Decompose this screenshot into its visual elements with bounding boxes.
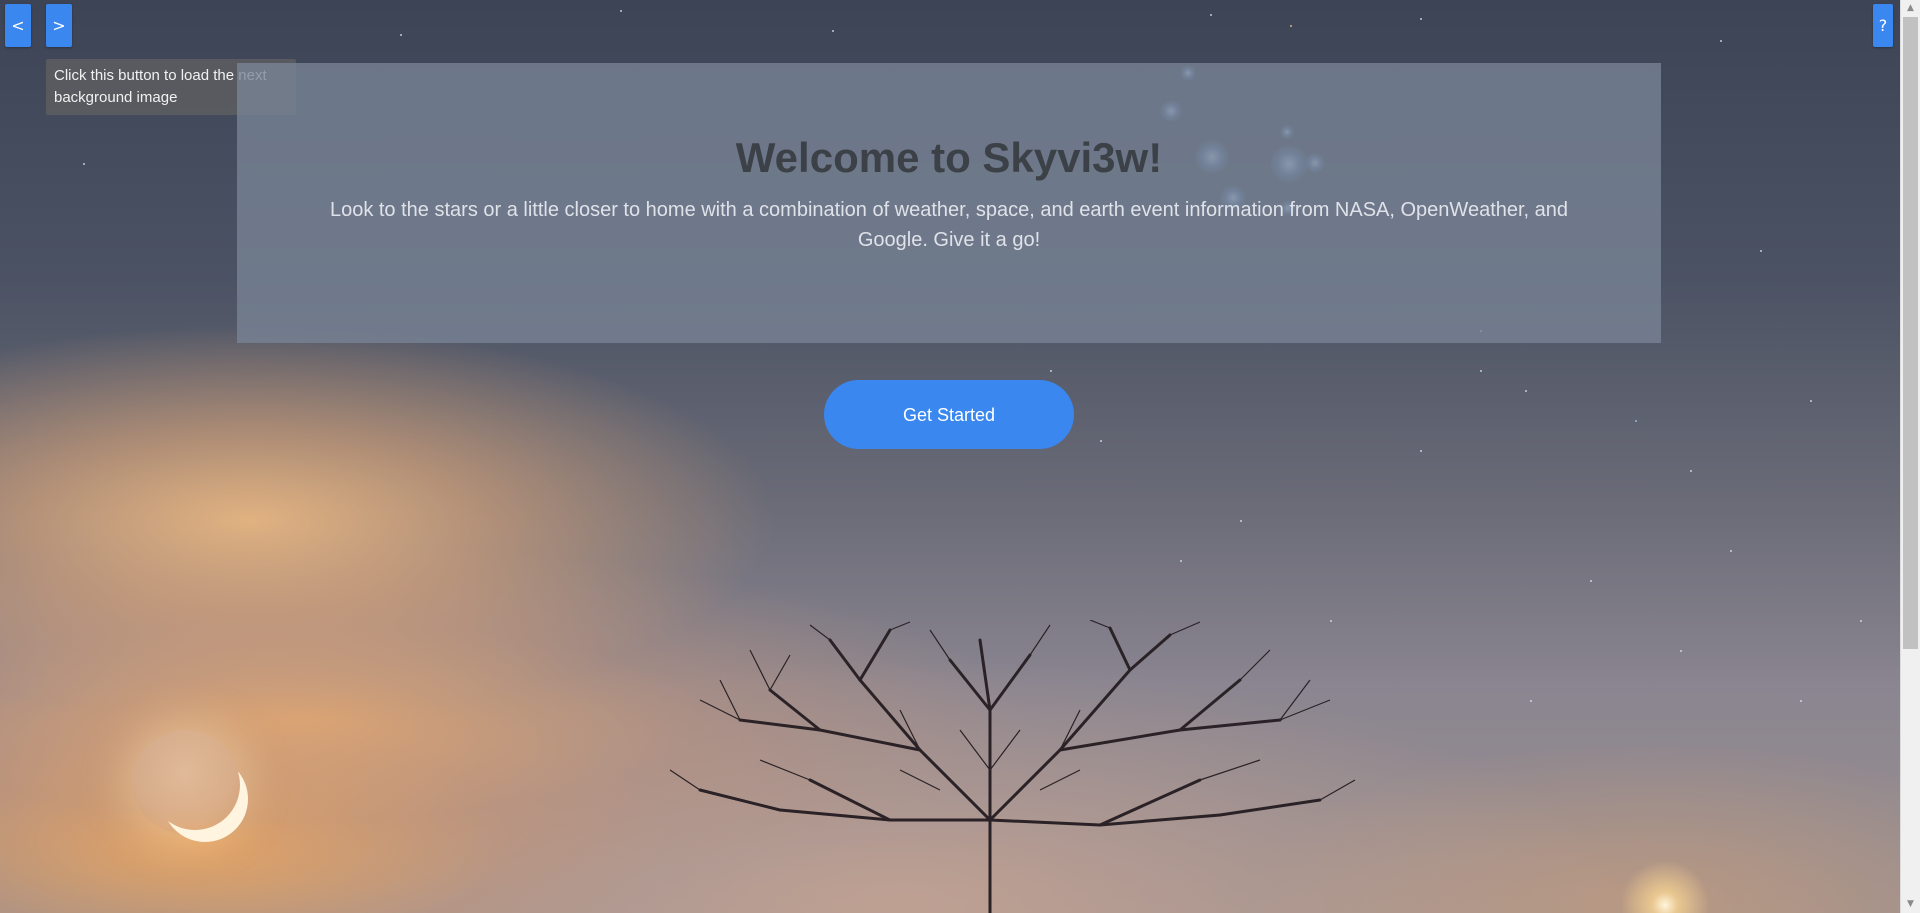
star [1530,700,1532,702]
chevron-right-icon: > [52,16,66,35]
star [1690,470,1692,472]
moon-crescent [150,740,240,830]
triangle-down-icon[interactable]: ▼ [1901,896,1920,913]
tree-silhouette [669,620,1356,913]
hero-description: Look to the stars or a little closer to … [329,199,1569,251]
star [1730,550,1732,552]
star [1240,520,1242,522]
star [1590,580,1592,582]
planet-glow [1620,860,1710,913]
star [400,34,402,36]
chevron-left-icon: < [11,16,25,35]
star [1810,400,1812,402]
star [1210,14,1212,16]
star [83,163,85,165]
star [1420,18,1422,20]
page-title: Welcome to Skyvi3w! [735,134,1163,181]
vertical-scrollbar[interactable]: ▲ ▼ [1900,0,1920,913]
previous-background-button[interactable]: < [5,4,31,47]
triangle-up-icon[interactable]: ▲ [1901,0,1920,17]
star [1720,40,1722,42]
star [1100,440,1102,442]
landing-page: < > ? Click this button to load the next… [0,0,1920,913]
get-started-button[interactable]: Get Started [824,380,1074,449]
question-icon: ? [1878,16,1888,35]
star [620,10,622,12]
star [1525,390,1527,392]
hero-panel: Welcome to Skyvi3w! Look to the stars or… [237,63,1661,343]
help-button[interactable]: ? [1873,4,1893,47]
scrollbar-thumb[interactable] [1903,17,1918,649]
star [1290,25,1292,27]
star [1760,250,1762,252]
star [1800,700,1802,702]
star [1680,650,1682,652]
star [1180,560,1182,562]
star [1420,450,1422,452]
star [832,30,834,32]
star [1635,420,1637,422]
star [1480,370,1482,372]
star [1050,370,1052,372]
star [1860,620,1862,622]
next-background-button[interactable]: > [46,4,72,47]
